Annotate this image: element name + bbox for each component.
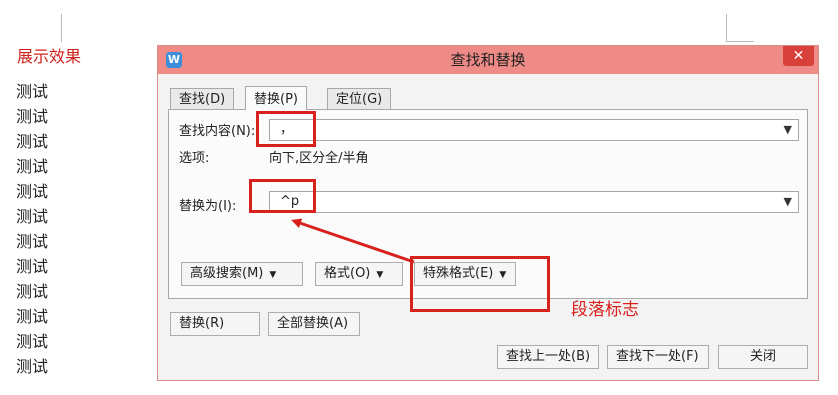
tab-replace[interactable]: 替换(P) — [245, 86, 307, 110]
annotation-arrow — [291, 218, 415, 264]
